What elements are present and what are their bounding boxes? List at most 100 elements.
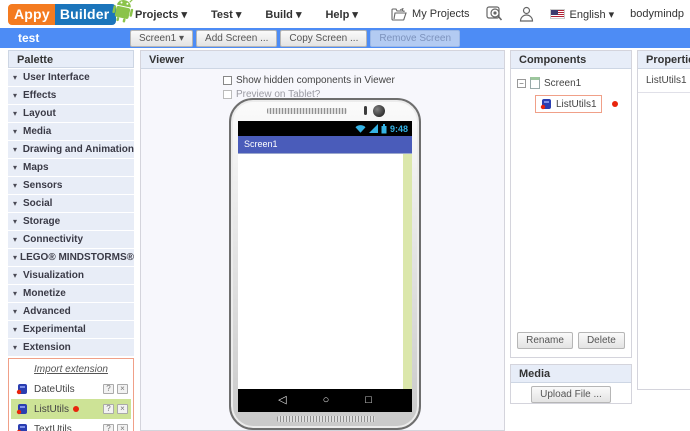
palette-category-effects[interactable]: Effects	[8, 87, 134, 104]
palette-category-maps[interactable]: Maps	[8, 159, 134, 176]
palette-category-storage[interactable]: Storage	[8, 213, 134, 230]
delete-button[interactable]: Delete	[578, 332, 625, 349]
gallery-icon[interactable]	[486, 6, 503, 22]
expand-arrow-icon	[13, 109, 23, 118]
expand-arrow-icon	[13, 253, 20, 262]
copy-screen-button[interactable]: Copy Screen ...	[280, 30, 367, 47]
menu-help[interactable]: Help ▾	[325, 8, 357, 21]
language-selector[interactable]: English ▾	[550, 8, 615, 21]
properties-component-name: ListUtils1	[638, 69, 690, 93]
status-time: 9:48	[390, 124, 408, 134]
nav-back-icon[interactable]: ◁	[278, 395, 286, 406]
appybuilder-logo[interactable]: Appy Builder	[8, 3, 134, 25]
folder-icon	[391, 8, 407, 21]
selected-component-box[interactable]: ListUtils1	[535, 95, 602, 113]
palette-category-extension[interactable]: Extension	[8, 339, 134, 356]
remove-screen-button[interactable]: Remove Screen	[370, 30, 460, 47]
tree-node-screen1[interactable]: − Screen1	[517, 77, 625, 89]
palette-category-monetize[interactable]: Monetize	[8, 285, 134, 302]
android-robot-icon	[112, 0, 134, 23]
menu-build[interactable]: Build ▾	[265, 8, 301, 21]
expand-arrow-icon	[13, 199, 23, 208]
menu-projects[interactable]: Projects ▾	[135, 8, 187, 21]
logo-builder: Builder	[55, 4, 117, 25]
palette-category-social[interactable]: Social	[8, 195, 134, 212]
expand-arrow-icon	[13, 163, 23, 172]
palette-category-advanced[interactable]: Advanced	[8, 303, 134, 320]
project-toolbar: test Screen1 ▾ Add Screen ... Copy Scree…	[0, 28, 690, 48]
expand-arrow-icon	[13, 217, 23, 226]
palette-category-sensors[interactable]: Sensors	[8, 177, 134, 194]
front-camera	[373, 105, 385, 117]
expand-arrow-icon	[13, 289, 23, 298]
viewer-panel: Viewer Show hidden components in Viewer …	[140, 50, 505, 431]
expand-arrow-icon	[13, 91, 23, 100]
expand-arrow-icon	[13, 181, 23, 190]
palette-category-lego-mindstorms[interactable]: LEGO® MINDSTORMS®	[8, 249, 134, 266]
palette-category-layout[interactable]: Layout	[8, 105, 134, 122]
palette-category-experimental[interactable]: Experimental	[8, 321, 134, 338]
error-dot-icon	[612, 101, 618, 107]
help-icon[interactable]: ?	[103, 424, 114, 431]
extension-icon	[16, 423, 28, 431]
add-screen-button[interactable]: Add Screen ...	[196, 30, 277, 47]
extension-name: DateUtils	[34, 384, 103, 395]
expand-arrow-icon	[13, 325, 23, 334]
extension-icon	[16, 403, 28, 415]
expand-arrow-icon	[13, 343, 23, 352]
extension-icon	[16, 383, 28, 395]
extension-item-listutils[interactable]: ListUtils ? ×	[11, 399, 131, 419]
collapse-icon[interactable]: −	[517, 79, 526, 88]
nav-home-icon[interactable]: ○	[323, 395, 330, 406]
username[interactable]: bodymindp	[630, 8, 684, 20]
screen-selector-button[interactable]: Screen1 ▾	[130, 30, 193, 47]
palette-category-media[interactable]: Media	[8, 123, 134, 140]
rename-button[interactable]: Rename	[517, 332, 573, 349]
guide-icon[interactable]	[519, 6, 534, 22]
help-icon[interactable]: ?	[103, 404, 114, 414]
screen-title-bar: Screen1	[238, 136, 412, 153]
tree-node-listutils1[interactable]: ListUtils1	[535, 95, 625, 113]
component-tree: − Screen1 ListUtils1	[511, 69, 631, 121]
wifi-icon	[355, 124, 366, 133]
main-menu: Projects ▾ Test ▾ Build ▾ Help ▾	[135, 0, 358, 28]
import-extension-link[interactable]: Import extension	[11, 364, 131, 375]
header-right: My Projects English ▾ bodymindp	[391, 0, 684, 28]
help-icon[interactable]: ?	[103, 384, 114, 394]
extension-item-textutils[interactable]: TextUtils ? ×	[11, 419, 131, 431]
palette-category-visualization[interactable]: Visualization	[8, 267, 134, 284]
expand-arrow-icon	[13, 145, 23, 154]
palette-category-drawing-animation[interactable]: Drawing and Animation	[8, 141, 134, 158]
appybuilder-window: Appy Builder Projects ▾ Test ▾	[0, 0, 690, 431]
checkbox-icon[interactable]	[223, 76, 232, 85]
media-title: Media	[511, 365, 631, 383]
show-hidden-components-checkbox[interactable]: Show hidden components in Viewer	[223, 75, 395, 86]
my-projects-button[interactable]: My Projects	[391, 8, 469, 21]
scroll-strip	[403, 154, 412, 389]
extension-icon	[540, 98, 552, 110]
form-canvas[interactable]	[238, 153, 412, 389]
expand-arrow-icon	[13, 127, 23, 136]
palette-category-user-interface[interactable]: User Interface	[8, 69, 134, 86]
components-title: Components	[511, 51, 631, 69]
battery-icon	[381, 124, 387, 134]
close-icon[interactable]: ×	[117, 404, 128, 414]
project-name: test	[18, 31, 39, 45]
nav-recent-icon[interactable]: □	[365, 395, 372, 406]
close-icon[interactable]: ×	[117, 384, 128, 394]
phone-mockup: 9:48 Screen1 ◁ ○ □	[229, 98, 421, 430]
extension-name: ListUtils	[34, 404, 103, 415]
language-label: English ▾	[570, 8, 615, 21]
close-icon[interactable]: ×	[117, 424, 128, 431]
upload-file-button[interactable]: Upload File ...	[531, 386, 611, 403]
signal-icon	[369, 124, 378, 133]
extension-item-dateutils[interactable]: DateUtils ? ×	[11, 379, 131, 399]
sensor-slot	[364, 106, 367, 115]
expand-arrow-icon	[13, 73, 23, 82]
checkbox-icon[interactable]	[223, 90, 232, 99]
my-projects-label: My Projects	[412, 8, 469, 20]
menu-test[interactable]: Test ▾	[211, 8, 241, 21]
speaker-grille	[267, 108, 347, 114]
phone-screen[interactable]: 9:48 Screen1 ◁ ○ □	[238, 121, 412, 412]
palette-category-connectivity[interactable]: Connectivity	[8, 231, 134, 248]
